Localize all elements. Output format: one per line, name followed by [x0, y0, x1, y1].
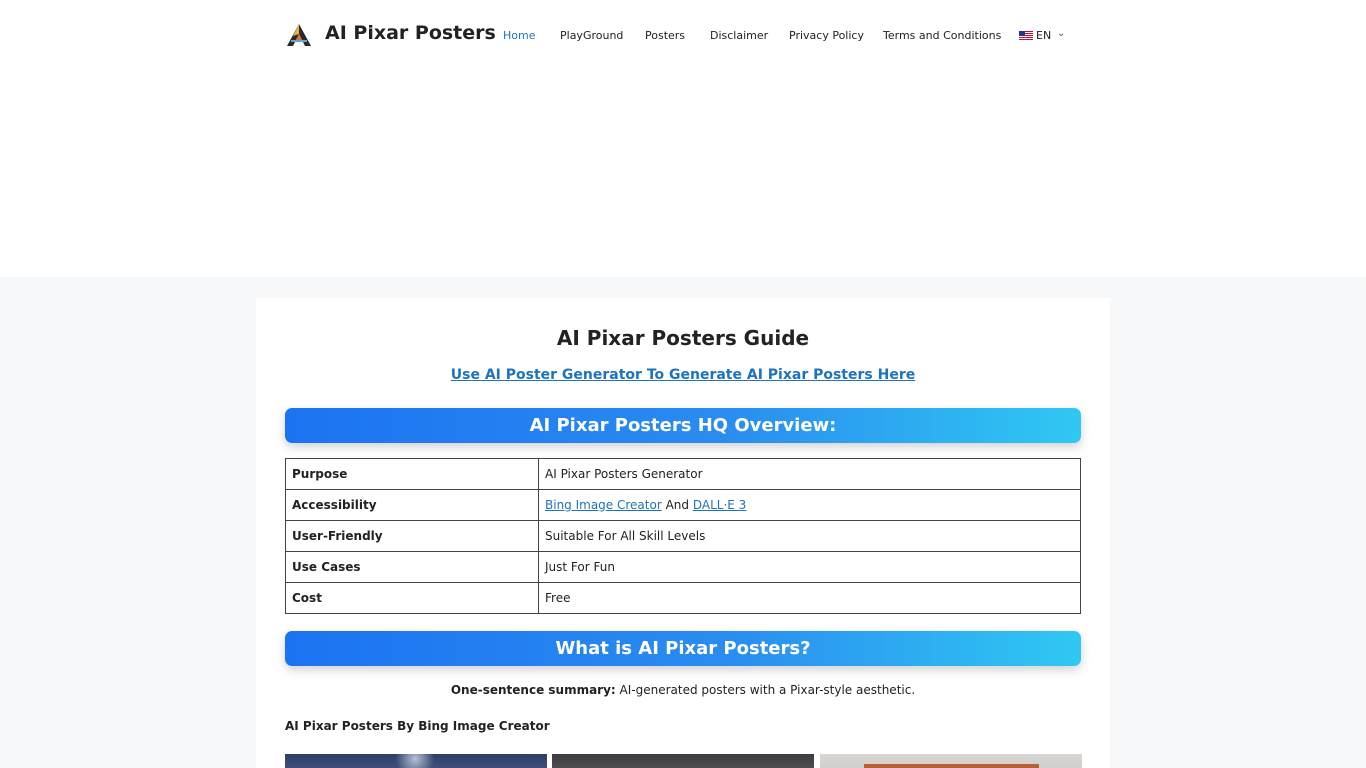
main-content: AI Pixar Posters Guide Use AI Poster Gen… [256, 298, 1110, 768]
row-value: Just For Fun [538, 551, 1081, 583]
row-joiner: And [665, 498, 690, 512]
bing-image-creator-link[interactable]: Bing Image Creator [545, 498, 662, 512]
generator-link[interactable]: Use AI Poster Generator To Generate AI P… [256, 367, 1110, 383]
summary-text: AI-generated posters with a Pixar-style … [619, 683, 916, 697]
us-flag-icon[interactable] [1019, 31, 1033, 40]
row-key: Cost [285, 582, 539, 614]
row-key: Use Cases [285, 551, 539, 583]
row-key: Purpose [285, 458, 539, 490]
row-value: Bing Image Creator And DALL·E 3 [538, 489, 1081, 521]
row-key: User-Friendly [285, 520, 539, 552]
page-title: AI Pixar Posters Guide [556, 326, 810, 350]
nav-disclaimer[interactable]: Disclaimer [710, 29, 768, 42]
table-row: Use Cases Just For Fun [285, 551, 1081, 583]
poster-image[interactable] [820, 754, 1082, 768]
chevron-down-icon[interactable]: ⌄ [1057, 28, 1065, 39]
table-row: Cost Free [285, 582, 1081, 614]
nav-privacy-policy[interactable]: Privacy Policy [789, 29, 864, 42]
overview-heading: AI Pixar Posters HQ Overview: [285, 408, 1081, 443]
nav-playground[interactable]: PlayGround [560, 29, 623, 42]
language-selector[interactable]: EN [1036, 29, 1051, 42]
gallery-heading: AI Pixar Posters By Bing Image Creator [285, 719, 550, 733]
summary-label: One-sentence summary: [450, 683, 616, 697]
table-row: Purpose AI Pixar Posters Generator [285, 458, 1081, 490]
what-is-heading: What is AI Pixar Posters? [285, 631, 1081, 666]
poster-image[interactable] [552, 754, 814, 768]
site-title[interactable]: AI Pixar Posters [325, 22, 496, 44]
site-header: AI Pixar Posters Home PlayGround Posters… [0, 0, 1366, 277]
nav-home[interactable]: Home [503, 29, 535, 42]
table-row: User-Friendly Suitable For All Skill Lev… [285, 520, 1081, 552]
row-value: AI Pixar Posters Generator [538, 458, 1081, 490]
overview-table: Purpose AI Pixar Posters Generator Acces… [285, 458, 1081, 614]
row-value: Suitable For All Skill Levels [538, 520, 1081, 552]
summary: One-sentence summary: AI-generated poste… [256, 683, 1110, 697]
row-key: Accessibility [285, 489, 539, 521]
table-row: Accessibility Bing Image Creator And DAL… [285, 489, 1081, 521]
dalle-3-link[interactable]: DALL·E 3 [693, 498, 746, 512]
nav-posters[interactable]: Posters [645, 29, 685, 42]
ai-pixar-logo-icon[interactable] [286, 23, 312, 47]
row-value: Free [538, 582, 1081, 614]
nav-terms-and-conditions[interactable]: Terms and Conditions [883, 29, 1001, 42]
poster-image[interactable] [285, 754, 547, 768]
